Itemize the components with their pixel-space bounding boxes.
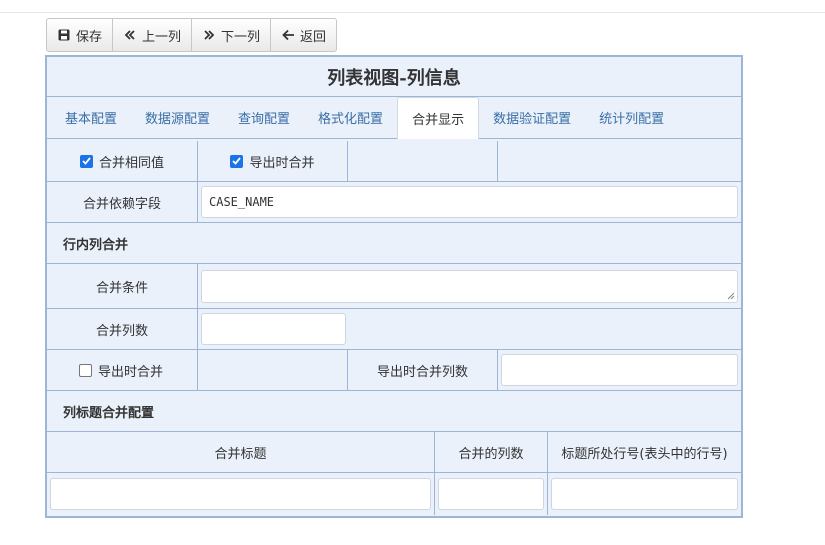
tab-validation[interactable]: 数据验证配置 — [479, 97, 585, 138]
empty-cell — [348, 141, 498, 181]
merge-cols-input[interactable] — [201, 313, 346, 345]
save-icon — [57, 28, 71, 42]
merge-title-header: 合并标题 — [47, 432, 435, 472]
empty-cell — [498, 141, 741, 181]
merge-same-checkbox[interactable]: 合并相同值 — [79, 152, 164, 171]
export-merge-label-2: 导出时合并 — [98, 364, 164, 380]
export-merge-cols-input[interactable] — [501, 354, 738, 386]
merge-condition-textarea[interactable] — [201, 269, 738, 303]
merge-col-count-input[interactable] — [438, 478, 544, 510]
toolbar: 保存 上一列 下一列 返回 — [46, 18, 338, 52]
double-right-icon — [202, 28, 216, 42]
tab-datasource[interactable]: 数据源配置 — [131, 97, 224, 138]
next-label: 下一列 — [221, 29, 261, 45]
title-merge-section: 列标题合并配置 — [63, 405, 155, 421]
export-merge-checkbox-2[interactable]: 导出时合并 — [79, 361, 163, 380]
resize-grip-icon[interactable] — [727, 292, 735, 300]
inrow-merge-section: 行内列合并 — [63, 237, 129, 253]
export-merge-label: 导出时合并 — [249, 155, 315, 171]
arrow-left-icon — [281, 28, 295, 42]
back-label: 返回 — [300, 29, 327, 45]
export-merge-cols-label: 导出时合并列数 — [348, 350, 498, 390]
save-label: 保存 — [76, 29, 103, 45]
merge-title-input[interactable] — [50, 478, 431, 510]
next-column-button[interactable]: 下一列 — [191, 18, 272, 52]
title-row-number-input[interactable] — [551, 478, 738, 510]
tab-query[interactable]: 查询配置 — [224, 97, 304, 138]
prev-column-button[interactable]: 上一列 — [112, 18, 193, 52]
top-divider — [0, 12, 825, 13]
merge-col-count-header: 合并的列数 — [435, 432, 548, 472]
tab-bar: 基本配置 数据源配置 查询配置 格式化配置 合并显示 数据验证配置 统计列配置 — [47, 97, 741, 139]
depend-field-input[interactable]: CASE_NAME — [201, 186, 738, 218]
tab-statistics[interactable]: 统计列配置 — [585, 97, 678, 138]
merge-same-label: 合并相同值 — [98, 155, 164, 171]
back-button[interactable]: 返回 — [270, 18, 338, 52]
tab-format[interactable]: 格式化配置 — [304, 97, 397, 138]
double-left-icon — [123, 28, 137, 42]
checkbox-empty-icon — [79, 363, 92, 377]
prev-label: 上一列 — [142, 29, 182, 45]
merge-condition-label: 合并条件 — [47, 264, 198, 308]
depend-field-label: 合并依赖字段 — [47, 182, 198, 222]
check-icon — [79, 154, 93, 168]
title-row-number-header: 标题所处行号(表头中的行号) — [561, 446, 728, 462]
empty-cell — [198, 350, 348, 390]
check-icon — [230, 154, 244, 168]
tab-basic[interactable]: 基本配置 — [51, 97, 131, 138]
merge-form: 合并相同值 导出时合并 合并依赖字段 CASE_NAME 行内列合并 合并条件 … — [47, 141, 741, 515]
tab-merge-display[interactable]: 合并显示 — [397, 97, 480, 139]
save-button[interactable]: 保存 — [46, 18, 114, 52]
merge-cols-label: 合并列数 — [47, 309, 198, 349]
panel-title: 列表视图-列信息 — [47, 57, 741, 97]
column-info-panel: 列表视图-列信息 基本配置 数据源配置 查询配置 格式化配置 合并显示 数据验证… — [45, 55, 743, 518]
export-merge-checkbox[interactable]: 导出时合并 — [230, 152, 315, 171]
